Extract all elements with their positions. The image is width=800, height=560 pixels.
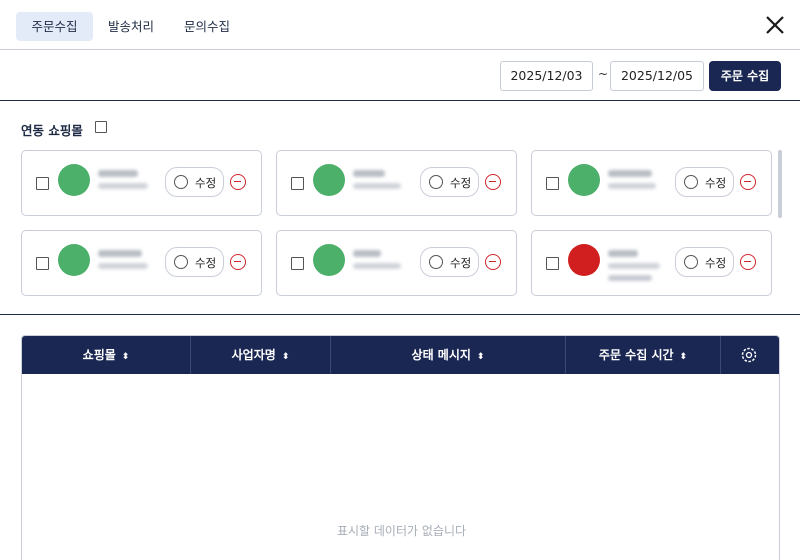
mall-checkbox[interactable] (291, 177, 304, 190)
pencil-icon (429, 255, 443, 269)
tab-order-collect[interactable]: 주문수집 (16, 12, 93, 41)
minus-circle-icon[interactable] (230, 254, 246, 270)
mall-card: 수정 (531, 150, 772, 216)
minus-circle-icon[interactable] (740, 174, 756, 190)
sort-icon: ⬍ (281, 352, 290, 362)
mall-status-redacted (608, 275, 652, 281)
edit-button[interactable]: 수정 (675, 167, 734, 197)
gear-icon[interactable] (721, 336, 780, 374)
mall-name-redacted (98, 170, 138, 177)
mall-name-redacted (353, 250, 381, 257)
mall-logo (58, 244, 90, 276)
mall-date-redacted (608, 263, 660, 269)
edit-button[interactable]: 수정 (420, 247, 479, 277)
mall-logo (568, 244, 600, 276)
mall-card: 수정 (21, 230, 262, 296)
close-icon[interactable] (764, 14, 786, 36)
mall-checkbox[interactable] (546, 177, 559, 190)
mall-name-redacted (98, 250, 142, 257)
mall-checkbox[interactable] (36, 257, 49, 270)
top-bar: 주문수집 발송처리 문의수집 (0, 0, 800, 50)
column-header-status-message[interactable]: 상태 메시지 ⬍ (331, 336, 566, 374)
cards-scrollbar[interactable] (778, 150, 782, 218)
sort-icon: ⬍ (679, 352, 688, 362)
minus-circle-icon[interactable] (485, 174, 501, 190)
linked-malls-label: 연동 쇼핑몰 (21, 123, 83, 138)
table-header: 쇼핑몰 ⬍ 사업자명 ⬍ 상태 메시지 ⬍ 주문 수집 시간 ⬍ (22, 336, 780, 374)
pencil-icon (684, 175, 698, 189)
column-header-collect-time[interactable]: 주문 수집 시간 ⬍ (566, 336, 721, 374)
mall-checkbox[interactable] (546, 257, 559, 270)
date-range-bar: 2025/12/03 ~ 2025/12/05 주문 수집 (0, 50, 800, 101)
collect-orders-button[interactable]: 주문 수집 (709, 61, 781, 91)
mall-logo (568, 164, 600, 196)
start-date-input[interactable]: 2025/12/03 (500, 61, 593, 91)
mall-checkbox[interactable] (291, 257, 304, 270)
sort-icon: ⬍ (121, 352, 130, 362)
mall-date-redacted (608, 183, 656, 189)
section-divider (0, 314, 800, 315)
mall-name-redacted (608, 170, 652, 177)
mall-logo (313, 164, 345, 196)
sort-icon: ⬍ (476, 352, 485, 362)
pencil-icon (174, 175, 188, 189)
edit-button[interactable]: 수정 (675, 247, 734, 277)
edit-button[interactable]: 수정 (165, 247, 224, 277)
pencil-icon (174, 255, 188, 269)
mall-card: 수정 (276, 230, 517, 296)
mall-logo (313, 244, 345, 276)
mall-card: 수정 (21, 150, 262, 216)
edit-button[interactable]: 수정 (420, 167, 479, 197)
mall-date-redacted (353, 183, 401, 189)
pencil-icon (429, 175, 443, 189)
mall-card: 수정 (531, 230, 772, 296)
mall-date-redacted (353, 263, 401, 269)
tab-shipping[interactable]: 발송처리 (100, 12, 162, 41)
select-all-checkbox[interactable] (95, 121, 107, 133)
column-header-business-name[interactable]: 사업자명 ⬍ (191, 336, 331, 374)
tab-inquiry-collect[interactable]: 문의수집 (175, 12, 239, 41)
pencil-icon (684, 255, 698, 269)
mall-logo (58, 164, 90, 196)
minus-circle-icon[interactable] (485, 254, 501, 270)
end-date-input[interactable]: 2025/12/05 (610, 61, 704, 91)
mall-card: 수정 (276, 150, 517, 216)
minus-circle-icon[interactable] (230, 174, 246, 190)
mall-date-redacted (98, 183, 148, 189)
date-separator: ~ (598, 67, 609, 81)
column-header-mall[interactable]: 쇼핑몰 ⬍ (22, 336, 191, 374)
mall-checkbox[interactable] (36, 177, 49, 190)
order-table: 쇼핑몰 ⬍ 사업자명 ⬍ 상태 메시지 ⬍ 주문 수집 시간 ⬍ 표시할 데이터가 없습… (21, 335, 780, 560)
edit-button[interactable]: 수정 (165, 167, 224, 197)
empty-table-message: 표시할 데이터가 없습니다 (336, 524, 467, 538)
minus-circle-icon[interactable] (740, 254, 756, 270)
mall-name-redacted (608, 250, 638, 257)
mall-name-redacted (353, 170, 385, 177)
mall-date-redacted (98, 263, 148, 269)
